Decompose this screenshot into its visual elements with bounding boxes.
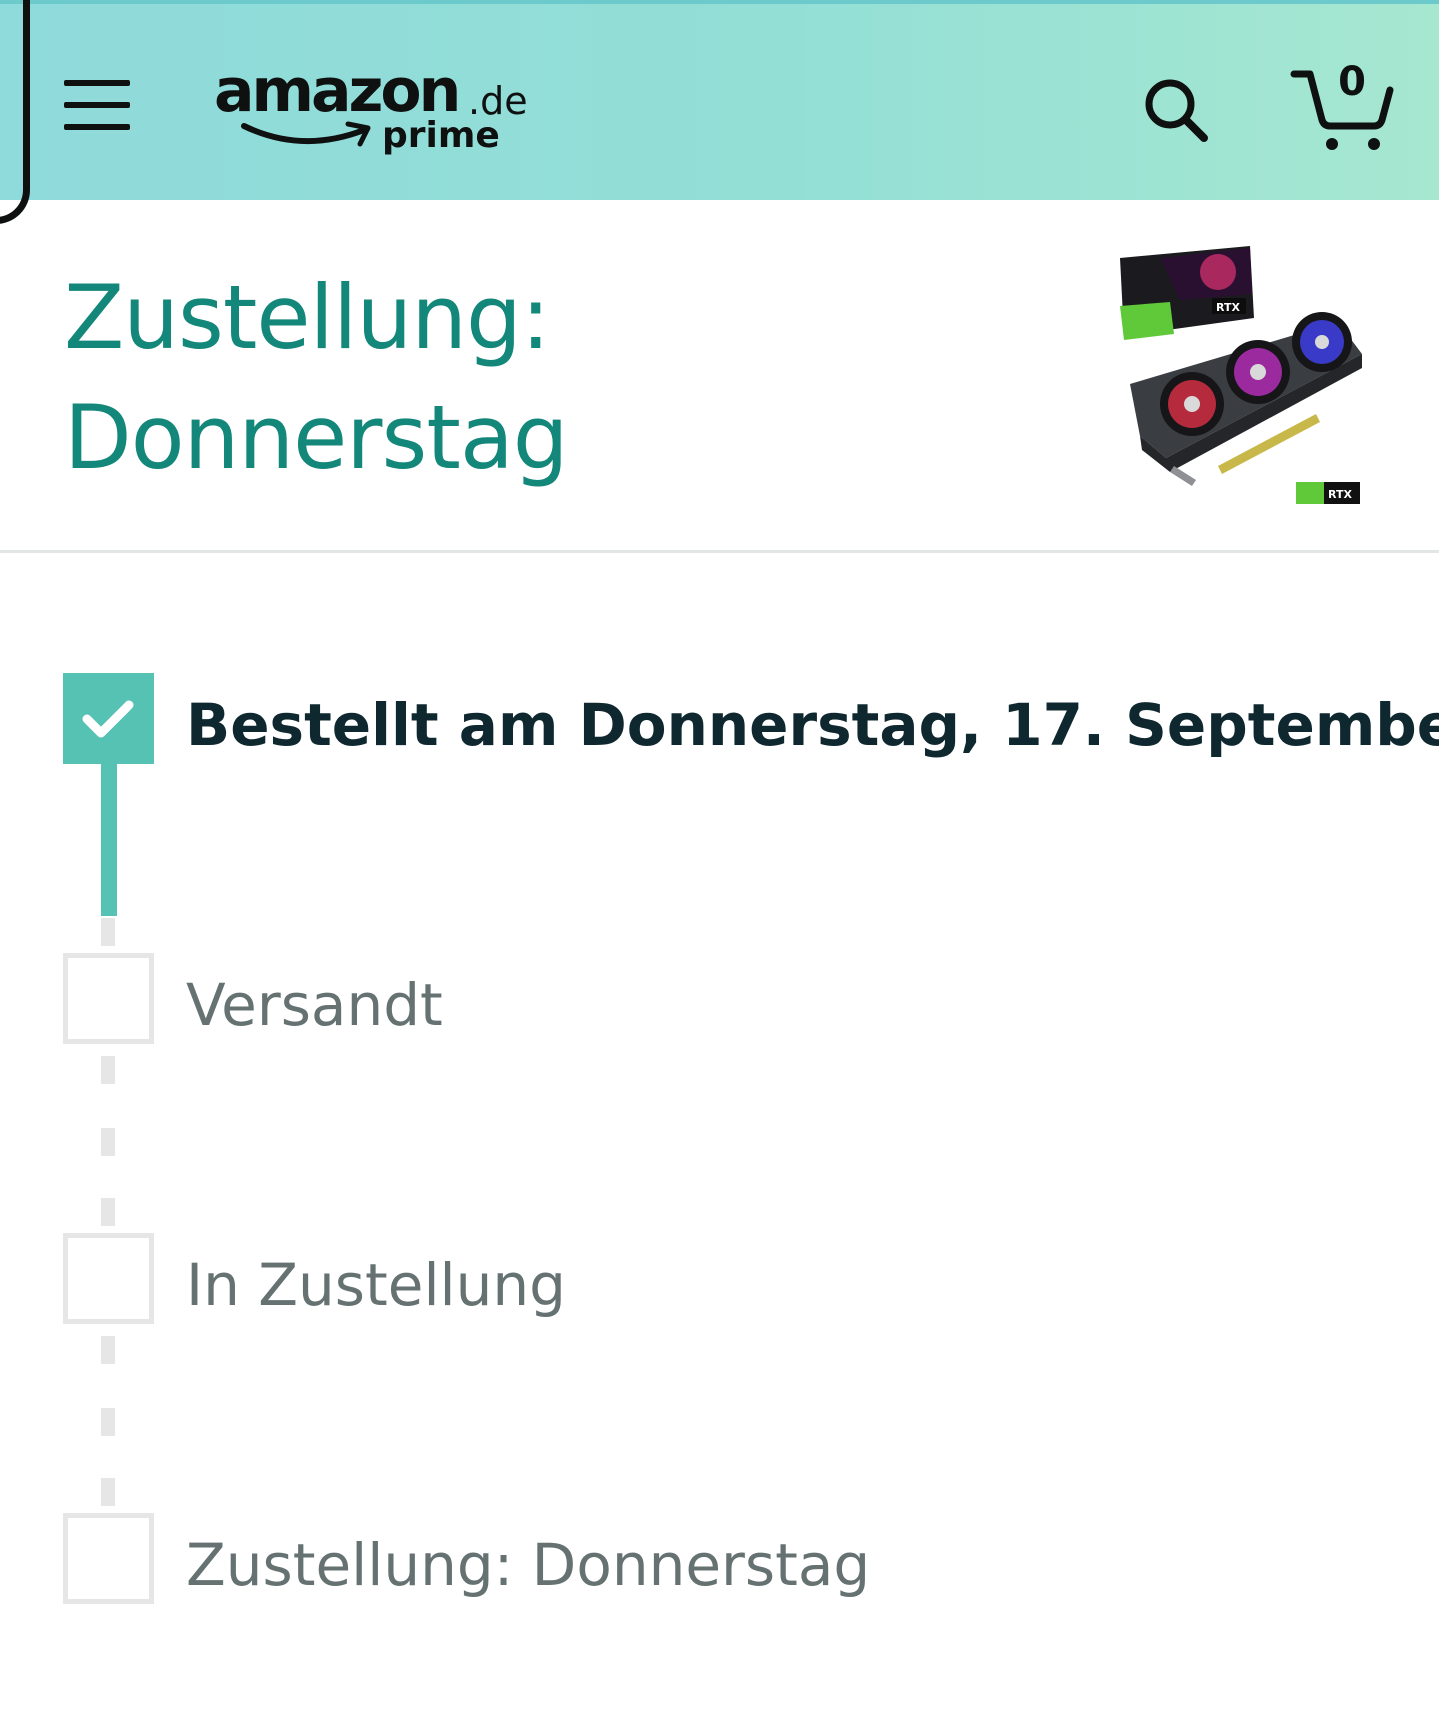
progress-dash	[101, 1128, 115, 1156]
amazon-prime-logo[interactable]: amazon .de prime	[214, 56, 534, 166]
rtx-badge: RTX	[1296, 482, 1360, 504]
top-navigation-bar: amazon .de prime 0	[0, 0, 1439, 224]
cart-button[interactable]: 0	[1290, 59, 1400, 156]
delivery-headline: Zustellung: Donnerstag	[64, 258, 864, 498]
card-badge-text: RTX	[1328, 488, 1352, 501]
cart-count-badge: 0	[1338, 59, 1366, 105]
product-box-graphic: RTX	[1120, 246, 1254, 340]
step-label-out-for-delivery: In Zustellung	[186, 1251, 567, 1319]
hamburger-menu-icon[interactable]	[64, 80, 130, 132]
box-badge-text: RTX	[1216, 301, 1240, 314]
step-checkbox-delivery[interactable]	[63, 1513, 154, 1604]
step-label-shipped: Versandt	[186, 971, 443, 1039]
edge-marker	[0, 0, 30, 224]
progress-dash	[101, 1198, 115, 1226]
section-divider	[0, 550, 1439, 553]
step-checkbox-ordered[interactable]	[63, 673, 154, 764]
progress-dash	[101, 918, 115, 946]
search-icon[interactable]	[1140, 74, 1212, 146]
step-checkbox-shipped[interactable]	[63, 953, 154, 1044]
progress-dash	[101, 1408, 115, 1436]
headline-line-1: Zustellung:	[64, 266, 551, 369]
smile-arrow-icon	[241, 121, 371, 147]
progress-dash	[101, 1056, 115, 1084]
progress-dash	[101, 1336, 115, 1364]
step-label-delivery: Zustellung: Donnerstag	[186, 1531, 871, 1599]
graphics-card-product-image[interactable]: RTX RTX	[1100, 236, 1380, 516]
progress-line-complete	[101, 762, 117, 916]
logo-prime: prime	[382, 115, 500, 156]
checkmark-icon	[82, 700, 134, 738]
step-checkbox-out-for-delivery[interactable]	[63, 1233, 154, 1324]
graphics-card-graphic	[1130, 312, 1362, 486]
step-label-ordered: Bestellt am Donnerstag, 17. September	[186, 691, 1439, 759]
progress-dash	[101, 1478, 115, 1506]
headline-line-2: Donnerstag	[64, 386, 569, 489]
